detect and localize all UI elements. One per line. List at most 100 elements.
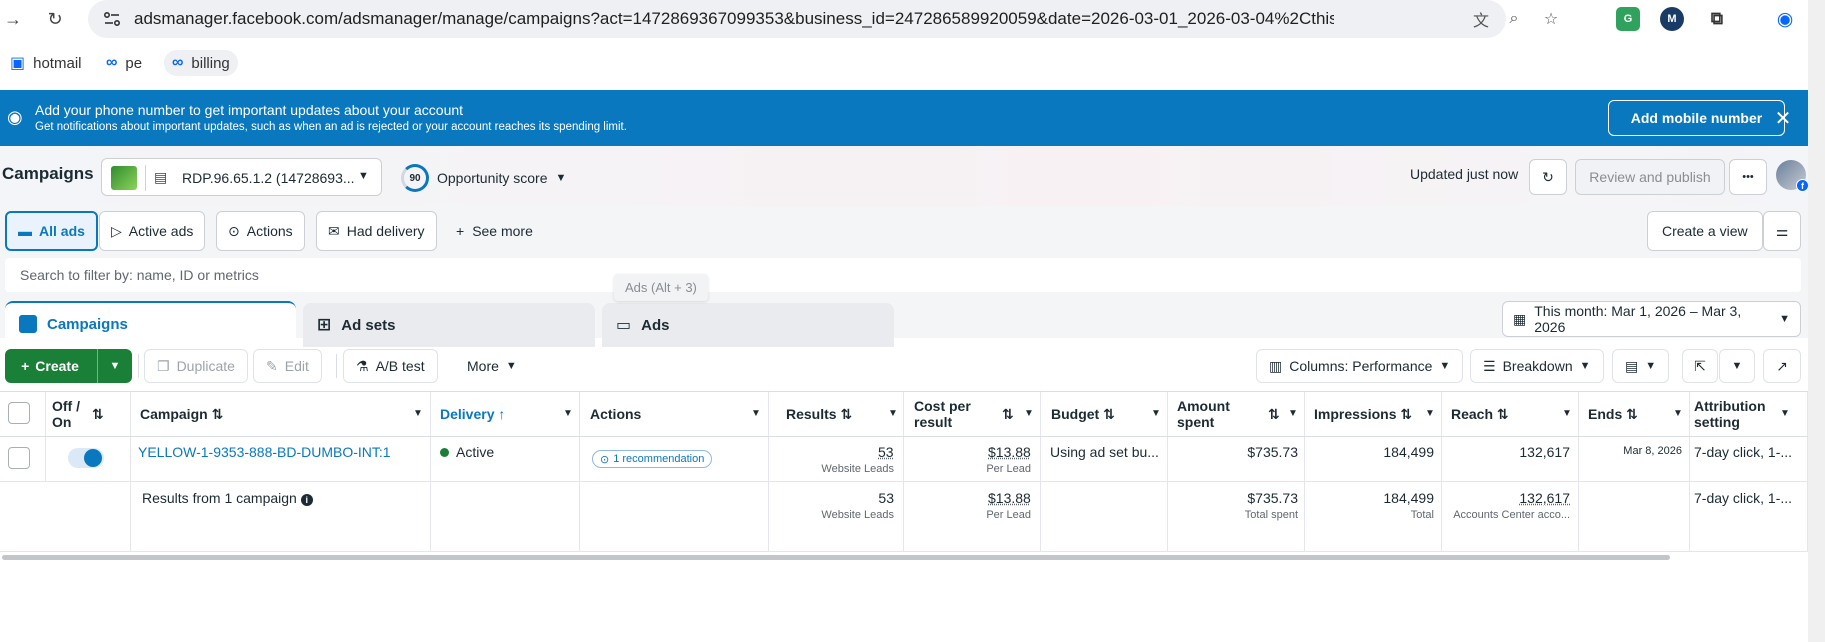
plus-icon: + xyxy=(456,223,465,239)
table-header: Off / On ⇅ Campaign ⇅ ▼ Delivery ↑ ▼ Act… xyxy=(0,391,1825,437)
sort-icon[interactable]: ⇅ xyxy=(1268,406,1280,422)
chevron-down-icon[interactable]: ▼ xyxy=(888,406,898,422)
arrow-up-circle-icon: ⊙ xyxy=(228,222,240,239)
chevron-down-icon[interactable]: ▼ xyxy=(1024,406,1034,422)
row-checkbox[interactable] xyxy=(8,447,30,469)
header-impressions[interactable]: Impressions ⇅ xyxy=(1314,406,1412,422)
recommendation-badge[interactable]: ⊙ 1 recommendation xyxy=(592,450,713,468)
export-dropdown-button[interactable]: ▼ xyxy=(1719,349,1755,383)
info-icon[interactable]: i xyxy=(300,494,313,506)
summary-cost-per-result[interactable]: $13.88 xyxy=(988,490,1031,506)
reload-icon[interactable]: ↻ xyxy=(42,6,68,32)
chevron-down-icon[interactable]: ▼ xyxy=(1151,406,1161,422)
header-attribution[interactable]: Attribution setting xyxy=(1694,398,1774,430)
tab-ads[interactable]: ▭ Ads xyxy=(602,303,894,347)
header-cost-per-result[interactable]: Cost per result xyxy=(914,398,984,430)
review-and-publish-button[interactable]: Review and publish xyxy=(1575,159,1725,195)
view-settings-button[interactable]: ⚌ xyxy=(1763,211,1801,251)
ab-test-label: A/B test xyxy=(375,358,425,374)
columns-label: Columns: Performance xyxy=(1289,358,1433,374)
select-all-checkbox[interactable] xyxy=(8,402,30,424)
duplicate-button[interactable]: ❐ Duplicate xyxy=(144,349,248,383)
filter-actions[interactable]: ⊙ Actions xyxy=(216,211,305,251)
header-delivery[interactable]: Delivery ↑ xyxy=(440,406,505,422)
vertical-scrollbar[interactable] xyxy=(1808,0,1825,642)
grammarly-extension-icon[interactable]: G xyxy=(1616,7,1640,31)
results-value[interactable]: 53 xyxy=(878,444,894,460)
header-amount-spent[interactable]: Amount spent xyxy=(1177,398,1237,430)
date-range-picker[interactable]: ▦ This month: Mar 1, 2026 – Mar 3, 2026 … xyxy=(1502,301,1801,337)
account-selector[interactable]: ▤ RDP.96.65.1.2 (14728693... ▼ xyxy=(101,158,382,196)
chevron-down-icon[interactable]: ▼ xyxy=(1673,406,1683,422)
forward-icon[interactable]: → xyxy=(0,6,26,32)
edit-button[interactable]: ✎ Edit xyxy=(253,349,322,383)
avatar[interactable]: f xyxy=(1776,160,1809,192)
bookmark-star-icon[interactable]: ☆ xyxy=(1540,8,1562,30)
campaign-toggle[interactable] xyxy=(68,448,104,468)
translate-icon[interactable]: 文 xyxy=(1470,8,1492,30)
chevron-down-icon[interactable]: ▼ xyxy=(1288,406,1298,422)
cost-per-result-value[interactable]: $13.88 xyxy=(988,444,1031,460)
create-dropdown-button[interactable]: ▼ xyxy=(97,349,132,383)
address-bar[interactable]: adsmanager.facebook.com/adsmanager/manag… xyxy=(88,0,1558,38)
chevron-down-icon[interactable]: ▼ xyxy=(1425,406,1435,422)
ends-value: Mar 8, 2026 xyxy=(1623,445,1682,457)
ab-test-button[interactable]: ⚗ A/B test xyxy=(343,349,438,383)
header-off-on[interactable]: Off / On xyxy=(52,398,80,430)
extensions-puzzle-icon[interactable]: ⧉ xyxy=(1705,7,1729,31)
table-row[interactable]: YELLOW-1-9353-888-BD-DUMBO-INT:1 Active … xyxy=(0,437,1825,482)
header-actions[interactable]: Actions xyxy=(590,406,641,422)
add-mobile-number-button[interactable]: Add mobile number xyxy=(1608,100,1785,136)
header-label: Delivery xyxy=(440,406,495,422)
sort-icon[interactable]: ⇅ xyxy=(92,406,104,422)
refresh-button[interactable]: ↻ xyxy=(1529,159,1567,195)
profile-icon[interactable]: ◉ xyxy=(1773,7,1797,31)
extension-icon[interactable]: M xyxy=(1660,7,1684,31)
reports-icon: ▤ xyxy=(1625,357,1639,374)
campaign-name-link[interactable]: YELLOW-1-9353-888-BD-DUMBO-INT:1 xyxy=(138,444,391,460)
chevron-down-icon[interactable]: ▼ xyxy=(563,406,573,422)
summary-reach[interactable]: 132,617 xyxy=(1452,490,1570,506)
duplicate-label: Duplicate xyxy=(176,358,235,374)
chevron-down-icon: ▼ xyxy=(358,170,369,182)
bookmark-pe[interactable]: ∞ pe xyxy=(98,50,150,76)
horizontal-scrollbar[interactable] xyxy=(0,554,1825,562)
more-options-button[interactable]: ••• xyxy=(1729,159,1767,195)
chevron-down-icon[interactable]: ▼ xyxy=(413,406,423,422)
bookmark-hotmail[interactable]: ▣ hotmail xyxy=(2,50,89,76)
header-reach[interactable]: Reach ⇅ xyxy=(1451,406,1509,422)
filter-had-delivery[interactable]: ✉ Had delivery xyxy=(316,211,437,251)
header-ends[interactable]: Ends ⇅ xyxy=(1588,406,1638,422)
export-icon: ⇱ xyxy=(1694,357,1706,374)
reports-button[interactable]: ▤ ▼ xyxy=(1612,349,1670,383)
tab-ad-sets[interactable]: ⊞ Ad sets xyxy=(303,303,595,347)
tab-campaigns[interactable]: Campaigns xyxy=(5,301,296,345)
chevron-down-icon[interactable]: ▼ xyxy=(751,406,761,422)
close-icon[interactable]: ✕ xyxy=(1772,106,1794,131)
create-button[interactable]: + Create ▼ xyxy=(5,349,132,383)
export-button[interactable]: ⇱ xyxy=(1682,349,1718,383)
filter-all-ads[interactable]: ▬ All ads xyxy=(5,211,98,251)
charts-button[interactable]: ↗ xyxy=(1763,349,1801,383)
bookmark-billing[interactable]: ∞ billing xyxy=(164,50,238,76)
scrollbar-thumb[interactable] xyxy=(2,555,1670,560)
more-button[interactable]: More ▼ xyxy=(455,349,529,383)
breakdown-button[interactable]: ☰ Breakdown ▼ xyxy=(1470,349,1604,383)
search-input[interactable] xyxy=(5,258,1801,292)
create-view-button[interactable]: Create a view xyxy=(1647,211,1763,251)
filter-active-ads[interactable]: ▷ Active ads xyxy=(99,211,206,251)
tab-label: Campaigns xyxy=(47,315,128,333)
chevron-down-icon[interactable]: ▼ xyxy=(1780,406,1790,422)
chevron-down-icon[interactable]: ▼ xyxy=(1562,406,1572,422)
more-label: More xyxy=(467,358,499,374)
columns-button[interactable]: ▥ Columns: Performance ▼ xyxy=(1256,349,1464,383)
header-budget[interactable]: Budget ⇅ xyxy=(1051,406,1115,422)
header-results[interactable]: Results ⇅ xyxy=(786,406,852,422)
see-more-button[interactable]: + See more xyxy=(456,223,533,239)
summary-impressions: 184,499 xyxy=(1383,490,1434,506)
header-campaign[interactable]: Campaign ⇅ xyxy=(140,406,223,422)
site-info-icon[interactable] xyxy=(102,9,122,29)
opportunity-score[interactable]: 90 Opportunity score ▼ xyxy=(401,164,566,192)
zoom-icon[interactable]: ⌕ xyxy=(1503,8,1525,30)
sort-icon[interactable]: ⇅ xyxy=(1002,406,1014,422)
